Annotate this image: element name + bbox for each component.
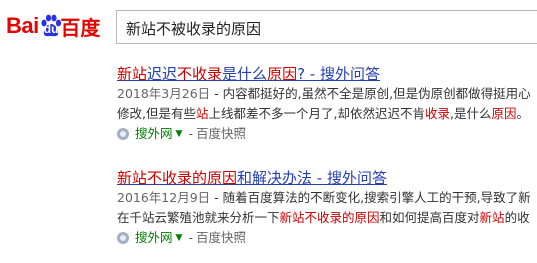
result-item: 新站迟迟不收录是什么原因? - 搜外问答 2018年3月26日 - 内容都挺好的… — [117, 64, 537, 144]
separator: - — [188, 230, 193, 245]
site-favicon-icon — [117, 128, 129, 140]
text-segment: 上线都差不多一个月了,却依然迟迟不肯 — [208, 106, 425, 121]
highlighted-keyword: 新站不收录的原因 — [279, 210, 380, 225]
text-segment: 和如何提高百度对 — [379, 210, 480, 225]
chevron-down-icon[interactable]: ▼ — [176, 228, 183, 248]
result-abstract-line-1: 2018年3月26日 - 内容都挺好的,虽然不全是原创,但是伪原创都做得挺用心 — [117, 84, 537, 104]
search-query-text: 新站不被收录的原因 — [126, 20, 262, 38]
highlighted-keyword: 原因 — [267, 65, 298, 83]
result-abstract-line-1: 2016年12月9日 - 随着百度算法的不断变化,搜索引擎人工的干预,导致了新 — [117, 188, 537, 208]
result-source: 搜外网 ▼ - 百度快照 — [117, 228, 537, 248]
highlighted-keyword: 新站 — [479, 210, 505, 225]
highlighted-keyword: 原因 — [491, 106, 517, 121]
text-segment: 是什么 — [222, 65, 268, 83]
result-title-link[interactable]: 新站不收录的原因和解决办法 - 搜外问答 — [117, 168, 537, 188]
text-segment: 在千站云繁殖池就来分析一下 — [117, 210, 280, 225]
highlighted-keyword: 不收录 — [177, 65, 223, 83]
search-input[interactable]: 新站不被收录的原因 — [116, 10, 537, 44]
highlighted-keyword: 新站不收录的原因 — [117, 169, 238, 187]
logo-bai-text: Bai — [6, 13, 39, 38]
text-segment: 和解决办法 - 搜外问答 — [237, 169, 387, 187]
logo-du-text: du — [43, 22, 59, 36]
highlighted-keyword: 收录 — [424, 106, 450, 121]
snapshot-link[interactable]: 百度快照 — [196, 124, 246, 144]
result-abstract-line-2: 修改,但是有些站上线都差不多一个月了,却依然迟迟不肯收录,是什么原因。 — [117, 104, 537, 124]
text-segment: 。 — [516, 106, 530, 121]
text-segment: 的收 — [504, 210, 530, 225]
result-source: 搜外网 ▼ - 百度快照 — [117, 124, 537, 144]
site-favicon-icon — [117, 232, 129, 244]
source-site-link[interactable]: 搜外网 — [135, 228, 173, 248]
logo-chinese-text: 百度 — [60, 15, 101, 40]
text-segment: ? - 搜外问答 — [297, 65, 380, 83]
highlighted-keyword: 站 — [195, 106, 209, 121]
result-abstract-line-2: 在千站云繁殖池就来分析一下新站不收录的原因和如何提高百度对新站的收 — [117, 208, 537, 228]
text-segment: 修改,但是有些 — [117, 106, 196, 121]
chevron-down-icon[interactable]: ▼ — [176, 124, 183, 144]
header: Bai du 百度 新站不被收录的原因 — [0, 0, 537, 52]
result-date: 2018年3月26日 — [117, 86, 211, 101]
text-segment: ,是什么 — [450, 106, 492, 121]
result-title-link[interactable]: 新站迟迟不收录是什么原因? - 搜外问答 — [117, 64, 537, 84]
result-abstract-text: - 随着百度算法的不断变化,搜索引擎人工的干预,导致了新 — [210, 190, 531, 205]
separator: - — [188, 126, 193, 141]
highlighted-keyword: 新站 — [117, 65, 148, 83]
snapshot-link[interactable]: 百度快照 — [196, 228, 246, 248]
baidu-logo[interactable]: Bai du 百度 — [6, 8, 100, 44]
result-item: 新站不收录的原因和解决办法 - 搜外问答 2016年12月9日 - 随着百度算法… — [117, 168, 537, 248]
source-site-link[interactable]: 搜外网 — [135, 124, 173, 144]
text-segment: 迟迟 — [147, 65, 178, 83]
result-abstract-text: - 内容都挺好的,虽然不全是原创,但是伪原创都做得挺用心 — [210, 86, 531, 101]
result-date: 2016年12月9日 — [117, 190, 211, 205]
